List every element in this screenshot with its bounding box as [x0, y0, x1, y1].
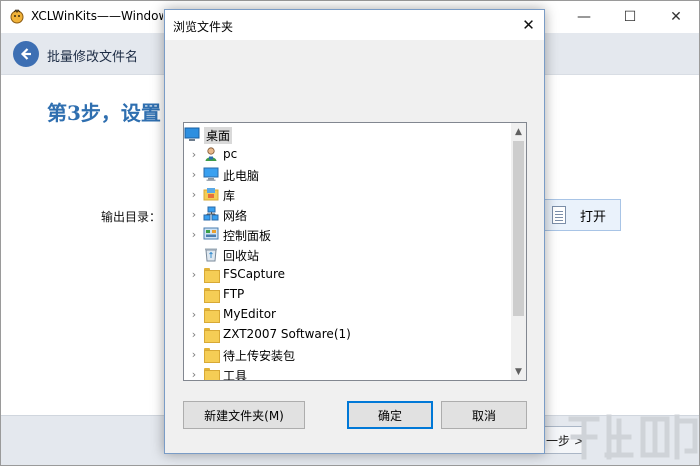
chevron-right-icon[interactable]: › [189, 164, 199, 184]
chevron-right-icon[interactable]: › [189, 204, 199, 224]
chevron-right-icon[interactable]: › [189, 184, 199, 204]
chevron-right-icon[interactable]: › [189, 304, 199, 324]
tree-item[interactable]: FTP [184, 284, 510, 304]
tree-item-label: 待上传安装包 [223, 349, 296, 363]
scroll-up-button[interactable]: ▲ [511, 123, 526, 140]
tree-item[interactable]: › 网络 [184, 204, 510, 224]
chevron-right-icon[interactable]: › [189, 224, 199, 244]
app-icon [10, 9, 24, 24]
back-button[interactable] [13, 41, 39, 67]
chevron-right-icon[interactable]: › [189, 344, 199, 364]
open-button[interactable]: 打开 [541, 199, 621, 231]
chevron-right-icon[interactable]: › [189, 144, 199, 164]
tree-item[interactable]: › 库 [184, 184, 510, 204]
tree-item[interactable]: › pc [184, 144, 510, 164]
tree-item[interactable]: › 待上传安装包 [184, 344, 510, 364]
tree-item[interactable]: › 工具 [184, 364, 510, 381]
cancel-button[interactable]: 取消 [441, 401, 527, 429]
desktop-icon [184, 126, 200, 142]
tree-scrollbar[interactable]: ▲ ▼ [511, 123, 526, 380]
ok-button[interactable]: 确定 [347, 401, 433, 429]
folder-icon [203, 326, 219, 342]
folder-icon [203, 286, 219, 302]
tree-item[interactable]: 桌面 [184, 124, 510, 144]
tree-item-label: pc [223, 147, 238, 161]
tree-item-label: 回收站 [223, 249, 260, 263]
computer-icon [203, 166, 219, 182]
minimize-button[interactable]: — [561, 1, 607, 33]
tree-item-label: 网络 [223, 209, 248, 223]
folder-icon [203, 306, 219, 322]
folder-icon [203, 366, 219, 380]
open-button-label: 打开 [580, 209, 607, 225]
folder-tree[interactable]: ▲ ▼ 桌面 › pc › 此电脑 › 库 › 网络 › 控制面板 回收站 › FSCapture FTP ›… [183, 122, 527, 381]
browse-folder-dialog: 浏览文件夹 ✕ ▲ ▼ 桌面 › pc › 此电脑 › 库 › 网络 › 控制面板 回收站 › FSCap… [164, 9, 545, 454]
scroll-down-button[interactable]: ▼ [511, 363, 526, 380]
step-title: 第3步，设置 [47, 101, 161, 125]
scroll-thumb[interactable] [513, 141, 524, 316]
network-icon [203, 206, 219, 222]
maximize-button[interactable]: ☐ [607, 1, 653, 33]
tree-item-label: FTP [223, 287, 245, 301]
window-title: XCLWinKits——Windows [31, 9, 163, 23]
tree-item-label: FSCapture [223, 267, 286, 281]
chevron-right-icon[interactable]: › [189, 364, 199, 381]
next-button[interactable]: 一步 > [541, 426, 585, 454]
user-icon [203, 146, 219, 162]
library-icon [203, 186, 219, 202]
tree-item-label: MyEditor [223, 307, 276, 321]
header-title: 批量修改文件名 [47, 50, 139, 65]
tree-item[interactable]: 回收站 [184, 244, 510, 264]
dialog-close-button[interactable]: ✕ [513, 10, 544, 40]
folder-icon [203, 266, 219, 282]
tree-item-label: 此电脑 [223, 169, 260, 183]
tree-item[interactable]: › 控制面板 [184, 224, 510, 244]
tree-item-label: 库 [223, 189, 236, 203]
document-icon [552, 206, 566, 224]
tree-item-label: ZXT2007 Software(1) [223, 327, 351, 341]
tree-item[interactable]: › 此电脑 [184, 164, 510, 184]
dialog-title: 浏览文件夹 [173, 20, 234, 34]
folder-icon [203, 346, 219, 362]
dialog-titlebar: 浏览文件夹 ✕ [165, 10, 544, 40]
tree-item[interactable]: › FSCapture [184, 264, 510, 284]
tree-item[interactable]: › ZXT2007 Software(1) [184, 324, 510, 344]
close-button[interactable]: ✕ [653, 1, 699, 33]
control-panel-icon [203, 226, 219, 242]
arrow-left-icon [20, 48, 31, 60]
chevron-right-icon[interactable]: › [189, 264, 199, 284]
output-dir-label: 输出目录： [101, 210, 162, 224]
chevron-right-icon[interactable]: › [189, 324, 199, 344]
tree-item[interactable]: › MyEditor [184, 304, 510, 324]
new-folder-button[interactable]: 新建文件夹(M) [183, 401, 305, 429]
tree-item-label: 控制面板 [223, 229, 272, 243]
tree-item-label: 工具 [223, 369, 248, 381]
tree-item-label: 桌面 [204, 127, 233, 144]
recycle-bin-icon [203, 246, 219, 262]
